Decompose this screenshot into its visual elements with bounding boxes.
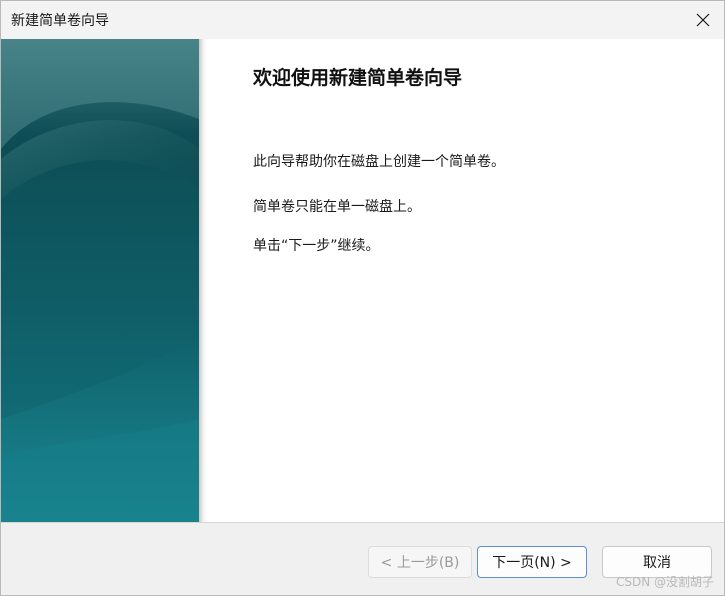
watermark-text: CSDN @没割胡子 bbox=[615, 575, 714, 589]
banner-divider bbox=[199, 39, 207, 522]
close-icon bbox=[696, 13, 710, 27]
next-button[interactable]: 下一页(N) > bbox=[477, 546, 587, 578]
wizard-footer: < 上一步(B) 下一页(N) > 取消 CSDN @没割胡子 bbox=[1, 523, 724, 595]
back-button[interactable]: < 上一步(B) bbox=[368, 546, 472, 578]
wizard-window: 新建简单卷向导 欢迎使用新建简单卷向导 此向导帮助你在磁盘上创建一个简单卷。 简… bbox=[0, 0, 725, 596]
wizard-banner-image bbox=[1, 39, 199, 522]
title-bar[interactable]: 新建简单卷向导 bbox=[1, 1, 724, 39]
description-line-3: 单击“下一步”继续。 bbox=[253, 238, 380, 254]
description-line-1: 此向导帮助你在磁盘上创建一个简单卷。 bbox=[253, 154, 505, 170]
close-button[interactable] bbox=[688, 5, 718, 35]
wizard-content: 欢迎使用新建简单卷向导 此向导帮助你在磁盘上创建一个简单卷。 简单卷只能在单一磁… bbox=[1, 39, 724, 522]
window-title: 新建简单卷向导 bbox=[11, 13, 109, 29]
wizard-heading: 欢迎使用新建简单卷向导 bbox=[253, 67, 463, 89]
description-line-2: 简单卷只能在单一磁盘上。 bbox=[253, 199, 421, 215]
